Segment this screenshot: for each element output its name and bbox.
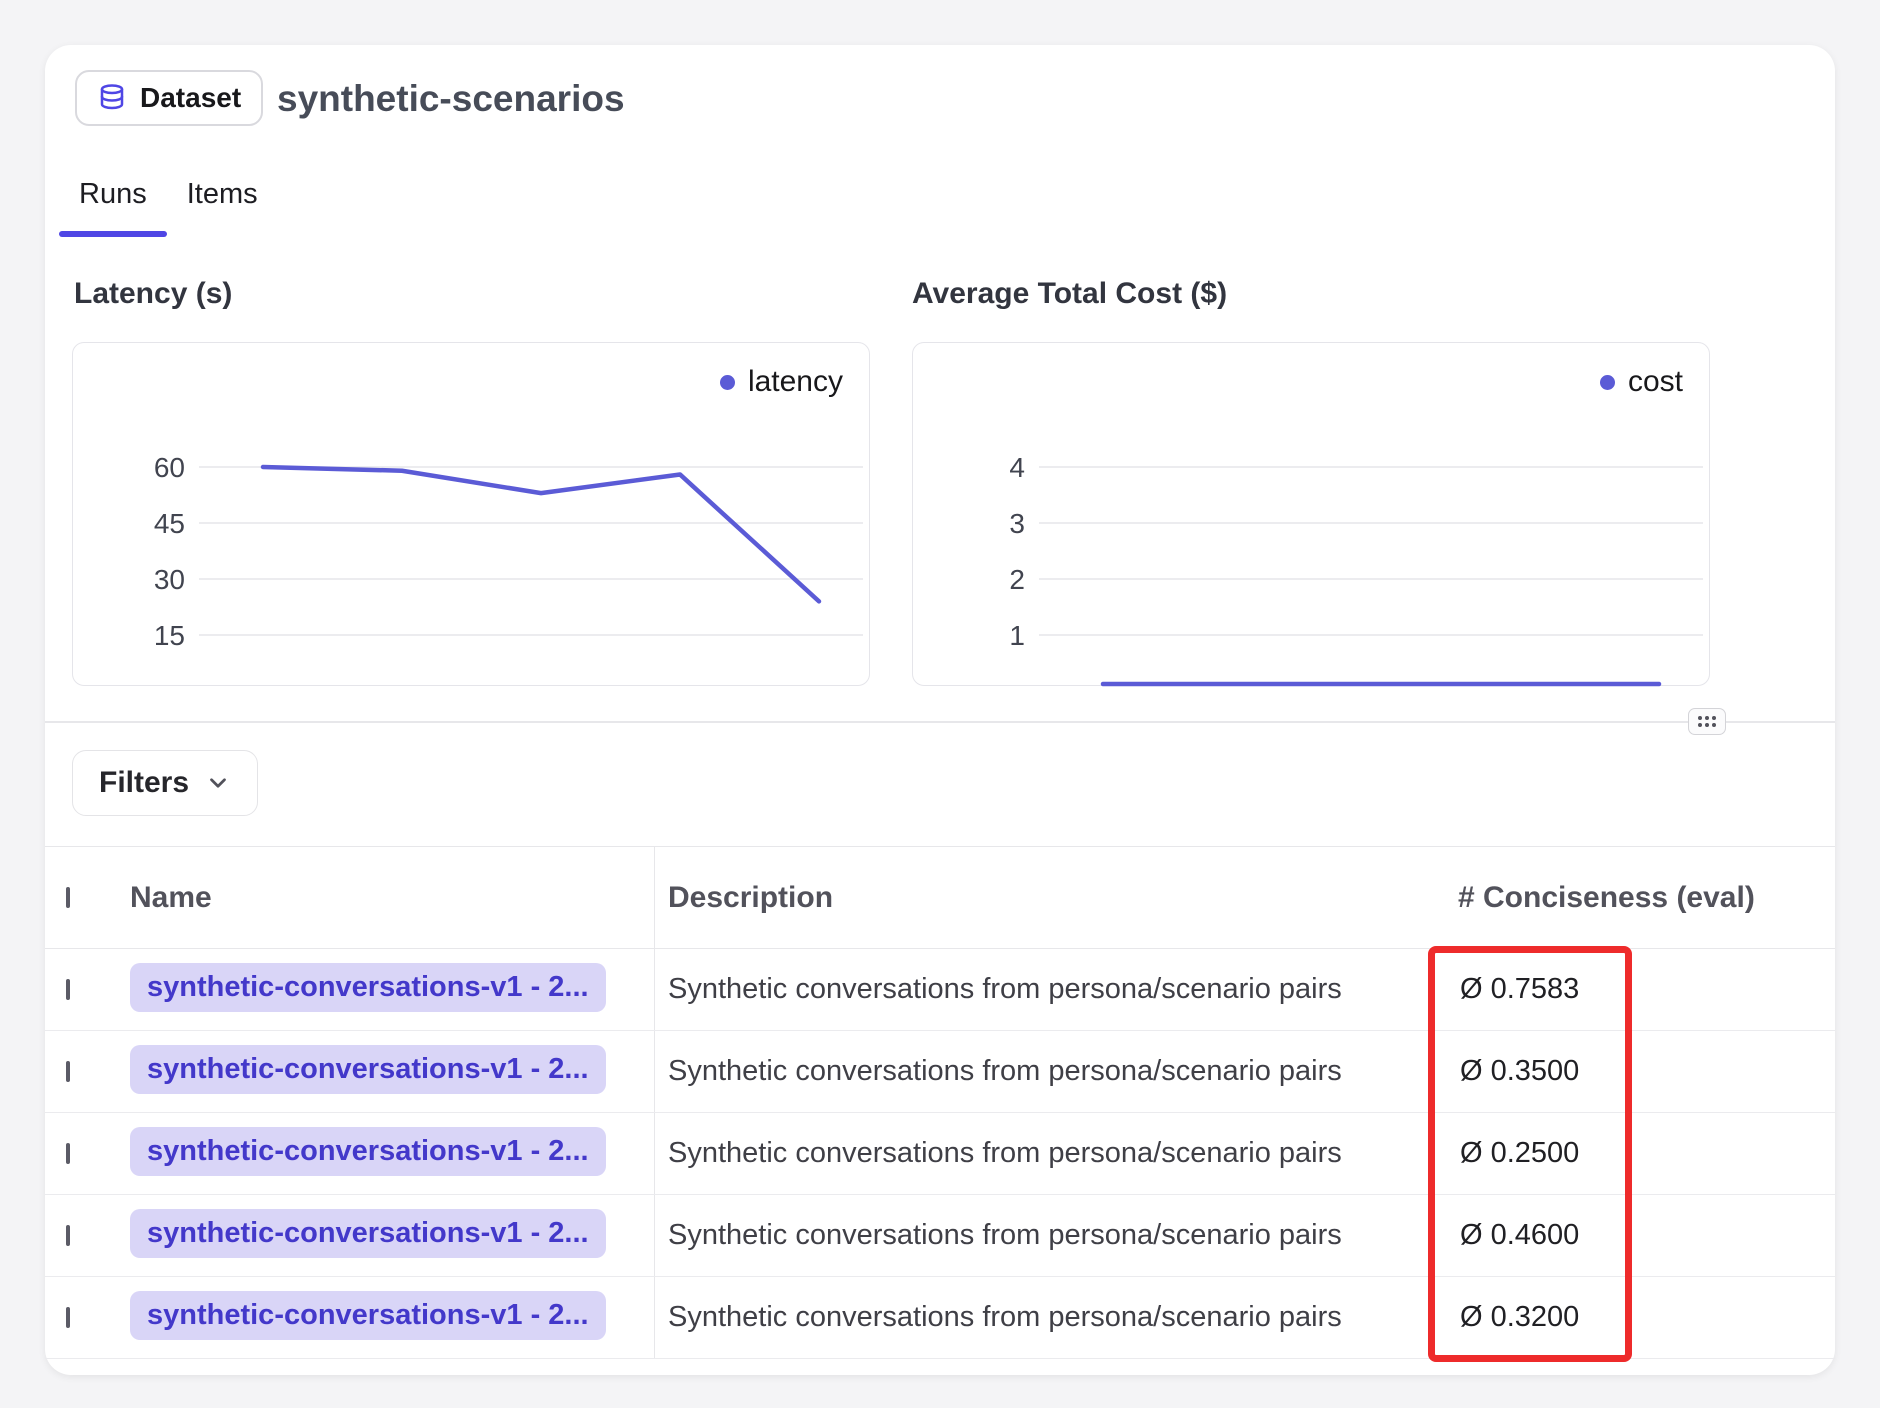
svg-text:30: 30 [154,564,185,595]
run-description: Synthetic conversations from persona/sce… [668,1219,1342,1252]
row-checkbox[interactable] [66,1061,70,1082]
row-checkbox[interactable] [66,1225,70,1246]
table-row[interactable]: synthetic-conversations-v1 - 2... Synthe… [45,949,1835,1031]
conciseness-value: Ø 0.3500 [1458,1055,1835,1088]
run-name-badge[interactable]: synthetic-conversations-v1 - 2... [130,963,606,1012]
run-description: Synthetic conversations from persona/sce… [668,1055,1342,1088]
table-row[interactable]: synthetic-conversations-v1 - 2... Synthe… [45,1277,1835,1359]
cost-legend-label: cost [1628,365,1683,399]
latency-chart: latency 60 45 30 15 [72,342,870,686]
run-name-badge[interactable]: synthetic-conversations-v1 - 2... [130,1045,606,1094]
svg-text:15: 15 [154,620,185,651]
table-row[interactable]: synthetic-conversations-v1 - 2... Synthe… [45,1031,1835,1113]
svg-text:60: 60 [154,452,185,483]
table-header-row: Name Description # Conciseness (eval) [45,847,1835,949]
page: Dataset synthetic-scenarios Runs Items L… [0,0,1880,1408]
latency-chart-title: Latency (s) [74,277,232,311]
cost-legend[interactable]: cost [1600,365,1683,399]
run-name-badge[interactable]: synthetic-conversations-v1 - 2... [130,1291,606,1340]
latency-legend-label: latency [748,365,843,399]
conciseness-value: Ø 0.3200 [1458,1301,1835,1334]
latency-legend-dot-icon [720,375,735,390]
table-row[interactable]: synthetic-conversations-v1 - 2... Synthe… [45,1195,1835,1277]
run-name-badge[interactable]: synthetic-conversations-v1 - 2... [130,1127,606,1176]
tab-bar: Runs Items [59,157,278,237]
column-header-name: Name [130,881,654,915]
select-all-checkbox[interactable] [66,887,70,908]
tab-items[interactable]: Items [167,157,278,237]
resize-handle[interactable] [1688,708,1726,735]
row-checkbox[interactable] [66,1143,70,1164]
column-header-conciseness: # Conciseness (eval) [1458,881,1835,915]
page-title: synthetic-scenarios [277,70,625,126]
charts-divider [45,721,1835,723]
grip-dots-icon [1698,716,1716,727]
conciseness-value: Ø 0.4600 [1458,1219,1835,1252]
database-icon [97,83,127,113]
run-description: Synthetic conversations from persona/sce… [668,1301,1342,1334]
svg-text:3: 3 [1009,508,1025,539]
svg-text:1: 1 [1009,620,1025,651]
svg-text:4: 4 [1009,452,1025,483]
runs-table: Name Description # Conciseness (eval) sy… [45,846,1835,1359]
run-description: Synthetic conversations from persona/sce… [668,1137,1342,1170]
row-checkbox[interactable] [66,979,70,1000]
dataset-card: Dataset synthetic-scenarios Runs Items L… [45,45,1835,1375]
latency-legend[interactable]: latency [720,365,843,399]
chevron-down-icon [205,770,231,796]
cost-chart-title: Average Total Cost ($) [912,277,1227,311]
dataset-badge: Dataset [75,70,263,126]
conciseness-value: Ø 0.7583 [1458,973,1835,1006]
tab-runs[interactable]: Runs [59,157,167,237]
svg-text:45: 45 [154,508,185,539]
table-row[interactable]: synthetic-conversations-v1 - 2... Synthe… [45,1113,1835,1195]
cost-chart: cost 4 3 2 1 [912,342,1710,686]
conciseness-value: Ø 0.2500 [1458,1137,1835,1170]
svg-text:2: 2 [1009,564,1025,595]
filters-button[interactable]: Filters [72,750,258,816]
column-header-description: Description [668,881,833,915]
row-checkbox[interactable] [66,1307,70,1328]
run-name-badge[interactable]: synthetic-conversations-v1 - 2... [130,1209,606,1258]
cost-line-plot: 4 3 2 1 [913,343,1711,687]
run-description: Synthetic conversations from persona/sce… [668,973,1342,1006]
cost-legend-dot-icon [1600,375,1615,390]
dataset-badge-label: Dataset [140,82,241,114]
filters-button-label: Filters [99,766,189,800]
